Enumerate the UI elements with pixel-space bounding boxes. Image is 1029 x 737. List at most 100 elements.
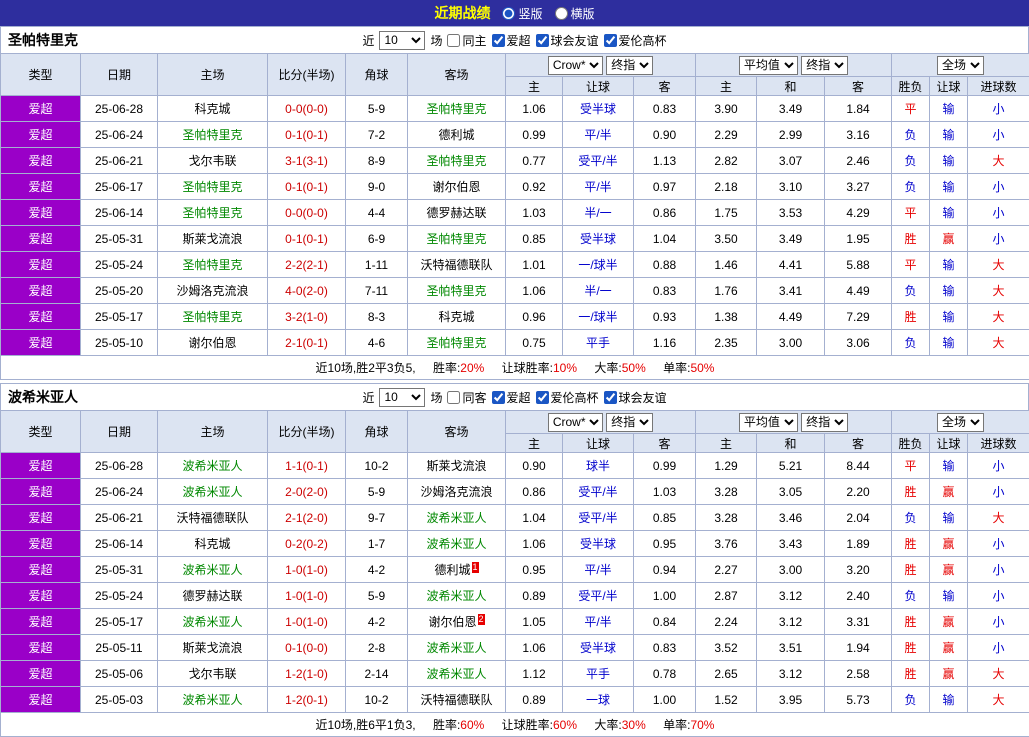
- goals-cell: 大: [968, 148, 1029, 174]
- away-team-link[interactable]: 波希米亚人: [426, 641, 486, 655]
- vertical-view-radio[interactable]: [502, 7, 515, 20]
- odds-kind-select[interactable]: 终指: [606, 56, 653, 75]
- date-cell: 25-06-14: [81, 200, 158, 226]
- away-team-link[interactable]: 圣帕特里克: [426, 284, 486, 298]
- away-team-link[interactable]: 德利城: [434, 563, 470, 577]
- home-team-link[interactable]: 戈尔韦联: [188, 154, 236, 168]
- avg-source-select[interactable]: 平均值: [739, 56, 798, 75]
- match-date: 25-05-11: [95, 641, 142, 655]
- home-team-link[interactable]: 斯莱戈流浪: [182, 232, 242, 246]
- home-team-link[interactable]: 圣帕特里克: [182, 206, 242, 220]
- handicap-value: 受半球: [580, 232, 616, 246]
- avg-home-cell: 3.52: [696, 635, 757, 661]
- same-venue-checkbox[interactable]: [447, 391, 460, 404]
- avg-source-select[interactable]: 平均值: [739, 413, 798, 432]
- odds-away-value: 0.88: [653, 258, 676, 272]
- avg-away-cell: 1.89: [825, 531, 892, 557]
- league-option-2[interactable]: 球会友谊: [536, 32, 599, 49]
- home-team-link[interactable]: 圣帕特里克: [182, 128, 242, 142]
- home-team-link[interactable]: 波希米亚人: [182, 459, 242, 473]
- odds-source-select[interactable]: Crow*: [548, 56, 603, 75]
- home-team-link[interactable]: 德罗赫达联: [182, 589, 242, 603]
- same-venue-option[interactable]: 同客: [447, 389, 486, 406]
- avg-away-cell: 8.44: [825, 453, 892, 479]
- view-option-vertical[interactable]: 竖版: [502, 5, 542, 22]
- home-team-link[interactable]: 斯莱戈流浪: [182, 641, 242, 655]
- home-team-link[interactable]: 波希米亚人: [182, 563, 242, 577]
- result-value: 平: [905, 102, 917, 116]
- home-team-link[interactable]: 沙姆洛克流浪: [176, 284, 248, 298]
- handicap-cell: 受半球: [563, 96, 634, 122]
- away-team-link[interactable]: 圣帕特里克: [426, 232, 486, 246]
- away-team-link[interactable]: 谢尔伯恩: [432, 180, 480, 194]
- col-odds-home: 主: [506, 434, 563, 453]
- away-team-link[interactable]: 圣帕特里克: [426, 336, 486, 350]
- view-option-horizontal[interactable]: 横版: [555, 5, 595, 22]
- corner-cell: 6-9: [346, 226, 408, 252]
- away-team-link[interactable]: 圣帕特里克: [426, 102, 486, 116]
- home-team-link[interactable]: 科克城: [194, 102, 230, 116]
- avg-away-cell: 3.06: [825, 330, 892, 356]
- league-checkbox-2[interactable]: [536, 34, 549, 47]
- away-team-link[interactable]: 波希米亚人: [426, 511, 486, 525]
- score-cell: 0-1(0-1): [268, 226, 346, 252]
- odds-away-cell: 0.78: [634, 661, 696, 687]
- home-team-link[interactable]: 谢尔伯恩: [188, 336, 236, 350]
- home-team-link[interactable]: 科克城: [194, 537, 230, 551]
- home-team-link[interactable]: 波希米亚人: [182, 615, 242, 629]
- away-team-link[interactable]: 波希米亚人: [426, 537, 486, 551]
- away-team-link[interactable]: 沃特福德联队: [420, 258, 492, 272]
- league-checkbox-3[interactable]: [604, 391, 617, 404]
- league-option-3[interactable]: 球会友谊: [604, 389, 667, 406]
- league-checkbox-3[interactable]: [604, 34, 617, 47]
- corner-value: 8-3: [368, 310, 385, 324]
- league-option-1[interactable]: 爱超: [492, 389, 531, 406]
- away-team-link[interactable]: 科克城: [438, 310, 474, 324]
- home-team-link[interactable]: 戈尔韦联: [188, 667, 236, 681]
- match-count-select[interactable]: 10: [379, 31, 425, 50]
- league-option-2[interactable]: 爱伦高杯: [536, 389, 599, 406]
- home-team-link[interactable]: 圣帕特里克: [182, 258, 242, 272]
- odds-source-select[interactable]: Crow*: [548, 413, 603, 432]
- league-checkbox-1[interactable]: [492, 34, 505, 47]
- away-team-link[interactable]: 波希米亚人: [426, 589, 486, 603]
- away-team-link[interactable]: 沙姆洛克流浪: [420, 485, 492, 499]
- away-team-link[interactable]: 德罗赫达联: [426, 206, 486, 220]
- away-team-link[interactable]: 谢尔伯恩: [428, 615, 476, 629]
- handicap-result-value: 输: [943, 589, 955, 603]
- away-team-link[interactable]: 斯莱戈流浪: [426, 459, 486, 473]
- stat-value: 10%: [553, 361, 577, 375]
- handicap-result-cell: 输: [930, 304, 968, 330]
- goals-value: 小: [993, 589, 1005, 603]
- home-team-link[interactable]: 圣帕特里克: [182, 180, 242, 194]
- col-corner: 角球: [346, 54, 408, 96]
- avg-kind-select[interactable]: 终指: [801, 56, 848, 75]
- away-team-link[interactable]: 德利城: [438, 128, 474, 142]
- odds-home-cell: 0.89: [506, 687, 563, 713]
- avg-away-cell: 3.31: [825, 609, 892, 635]
- handicap-cell: 平/半: [563, 557, 634, 583]
- match-count-select[interactable]: 10: [379, 388, 425, 407]
- scope-select[interactable]: 全场: [937, 56, 984, 75]
- away-team-link[interactable]: 圣帕特里克: [426, 154, 486, 168]
- league-checkbox-2[interactable]: [536, 391, 549, 404]
- home-team-link[interactable]: 圣帕特里克: [182, 310, 242, 324]
- league-option-1[interactable]: 爱超: [492, 32, 531, 49]
- away-team-link[interactable]: 波希米亚人: [426, 667, 486, 681]
- league-checkbox-1[interactable]: [492, 391, 505, 404]
- horizontal-view-radio[interactable]: [555, 7, 568, 20]
- odds-kind-select[interactable]: 终指: [606, 413, 653, 432]
- scope-select[interactable]: 全场: [937, 413, 984, 432]
- date-cell: 25-06-28: [81, 453, 158, 479]
- same-venue-checkbox[interactable]: [447, 34, 460, 47]
- same-venue-option[interactable]: 同主: [447, 32, 486, 49]
- home-team-link[interactable]: 波希米亚人: [182, 693, 242, 707]
- avg-kind-select[interactable]: 终指: [801, 413, 848, 432]
- away-team-link[interactable]: 沃特福德联队: [420, 693, 492, 707]
- avg-away-cell: 5.88: [825, 252, 892, 278]
- home-team-link[interactable]: 波希米亚人: [182, 485, 242, 499]
- league-option-3[interactable]: 爱伦高杯: [604, 32, 667, 49]
- home-team-link[interactable]: 沃特福德联队: [176, 511, 248, 525]
- avg-away-value: 1.84: [846, 102, 869, 116]
- odds-home-cell: 0.96: [506, 304, 563, 330]
